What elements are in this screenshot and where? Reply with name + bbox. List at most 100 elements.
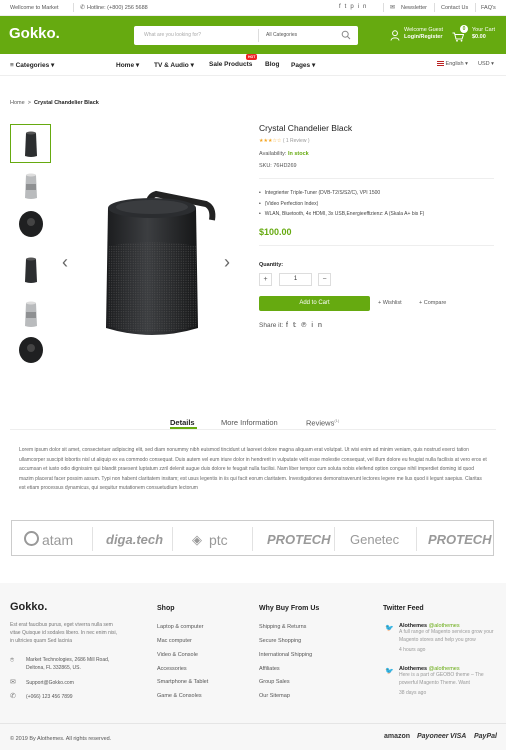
twitter-icon: 🐦 (385, 668, 394, 675)
footer-link[interactable]: Smartphone & Tablet (157, 679, 208, 685)
footer-phone: (+066) 123 456 7899 (26, 694, 73, 700)
wishlist-button[interactable]: + Wishlist (378, 300, 402, 306)
review-count-link[interactable]: ( 1 Review ) (283, 138, 310, 144)
tab-more-information[interactable]: More Information (221, 418, 278, 427)
top-bar: Wellcome to Market ✆ Hotline: (+800) 256… (0, 0, 506, 16)
divider (259, 245, 494, 246)
paypal-logo: PayPal (474, 733, 497, 740)
footer-link[interactable]: Video & Console (157, 652, 198, 658)
compare-button[interactable]: + Compare (419, 300, 446, 306)
categories-label: Categories (15, 62, 50, 69)
tweet-text: Here is a part of GEOBO theme – The powe… (399, 672, 484, 686)
twitter-heading: Twitter Feed (383, 605, 424, 612)
brand-logo[interactable]: atam (42, 532, 73, 548)
sku: SKU: 76HD269 (259, 163, 297, 169)
site-header: Gokko. What are you looking for? All Cat… (0, 16, 506, 54)
search-input[interactable]: What are you looking for? (144, 32, 201, 38)
language-label: English (445, 61, 464, 67)
site-footer: Gokko. Est erat faucibus purus, eget viv… (0, 583, 506, 750)
search-icon[interactable] (341, 30, 351, 40)
footer-link[interactable]: Laptop & computer (157, 624, 203, 630)
facebook-share-icon[interactable]: f (286, 322, 293, 329)
brand-logo[interactable]: diga.tech (106, 532, 163, 547)
why-buy-heading: Why Buy From Us (259, 605, 320, 612)
login-register-link[interactable]: Login/Register (404, 34, 443, 41)
divider (259, 178, 494, 179)
divider (475, 3, 476, 12)
nav-home[interactable]: Home ▾ (116, 61, 139, 69)
thumbnail-3[interactable] (10, 204, 51, 243)
availability-value: In stock (287, 151, 309, 157)
location-icon: ⌾ (10, 657, 15, 664)
categories-menu[interactable]: ≡ Categories ▾ (10, 61, 54, 69)
category-select[interactable]: All Categories (266, 32, 297, 38)
add-to-cart-button[interactable]: Add to Cart (259, 296, 370, 311)
nav-blog[interactable]: Blog (265, 61, 279, 68)
thumbnail-1[interactable] (10, 124, 51, 163)
breadcrumb-home[interactable]: Home (10, 100, 25, 106)
footer-link[interactable]: Secure Shopping (259, 638, 301, 644)
footer-link[interactable]: Mac computer (157, 638, 192, 644)
footer-logo[interactable]: Gokko. (10, 601, 47, 613)
nav-tv-audio-label: TV & Audio (154, 62, 189, 69)
reviews-count: (1) (334, 418, 340, 423)
payoneer-logo: Payoneer (417, 733, 449, 740)
divider (334, 527, 335, 551)
quantity-decrease-button[interactable]: − (318, 273, 331, 286)
thumbnail-6[interactable] (10, 330, 51, 369)
cart-total: $0.00 (472, 34, 486, 40)
brand-logo[interactable]: PROTECH (267, 532, 331, 547)
contact-link[interactable]: Contact Us (441, 5, 468, 11)
search-bar: What are you looking for? All Categories (134, 26, 358, 45)
feature-item: Integrierter Triple-Tuner (DVB-T2/S/S2/C… (259, 190, 380, 196)
divider (10, 429, 496, 430)
pinterest-share-icon[interactable]: ℗ (301, 322, 311, 329)
user-icon (390, 28, 400, 46)
thumbnail-4[interactable] (10, 250, 51, 289)
visa-logo: VISA (450, 733, 467, 740)
tab-details[interactable]: Details (170, 418, 195, 427)
brand-carousel: atam diga.tech ◈ ptc PROTECH Genetec PRO… (11, 520, 494, 556)
availability-label: Availability: (259, 151, 287, 157)
brand-logo[interactable]: PROTECH (428, 532, 492, 547)
language-select[interactable]: English ▾ (437, 61, 468, 67)
logo[interactable]: Gokko. (9, 25, 60, 42)
pinterest-icon[interactable]: p (350, 4, 357, 10)
tweet: Alothemes @alothemes A full range of Mag… (399, 623, 499, 655)
quantity-input[interactable]: 1 (279, 273, 312, 286)
footer-link[interactable]: Game & Consoles (157, 693, 202, 699)
account-link[interactable]: Welcome Guest Login/Register (404, 27, 443, 41)
faq-link[interactable]: FAQ's (481, 5, 496, 11)
footer-link[interactable]: International Shipping (259, 652, 312, 658)
twitter-icon: 🐦 (385, 625, 394, 632)
footer-link[interactable]: Affiliates (259, 666, 280, 672)
nav-tv-audio[interactable]: TV & Audio ▾ (154, 61, 194, 69)
phone-icon: ✆ (10, 693, 16, 700)
thumbnail-2[interactable] (10, 166, 51, 205)
brand-logo[interactable]: ptc (209, 532, 228, 548)
footer-link[interactable]: Shipping & Returns (259, 624, 306, 630)
footer-about: Est erat faucibus purus, eget viverra nu… (10, 622, 118, 644)
linkedin-share-icon[interactable]: in (311, 322, 326, 329)
linkedin-icon[interactable]: in (358, 4, 371, 10)
footer-link[interactable]: Our Sitemap (259, 693, 290, 699)
newsletter-link[interactable]: Newsletter (401, 5, 427, 11)
tweet: Alothemes @alothemes Here is a part of G… (399, 666, 499, 698)
currency-label: USD (478, 61, 490, 67)
twitter-share-icon[interactable]: 𝕥 (293, 322, 301, 329)
cart-summary[interactable]: Your Cart $0.00 (472, 27, 495, 41)
product-tabs: Details More Information Reviews(1) (0, 415, 506, 429)
thumbnail-5[interactable] (10, 294, 51, 333)
footer-link[interactable]: Accessories (157, 666, 187, 672)
atam-logo-icon (24, 531, 39, 546)
nav-pages[interactable]: Pages ▾ (291, 61, 315, 69)
currency-select[interactable]: USD ▾ (478, 61, 494, 67)
quantity-label: Quantity: (259, 262, 284, 268)
brand-logo[interactable]: Genetec (350, 532, 399, 547)
tab-reviews[interactable]: Reviews(1) (306, 418, 339, 428)
quantity-increase-button[interactable]: + (259, 273, 272, 286)
footer-email[interactable]: Support@Gokko.com (26, 679, 74, 687)
footer-link[interactable]: Group Sales (259, 679, 290, 685)
nav-sale-products[interactable]: Sale Products (209, 61, 252, 68)
feature-item: WLAN, Bluetooth, 4x HDMI, 3x USB,Energie… (259, 211, 425, 217)
